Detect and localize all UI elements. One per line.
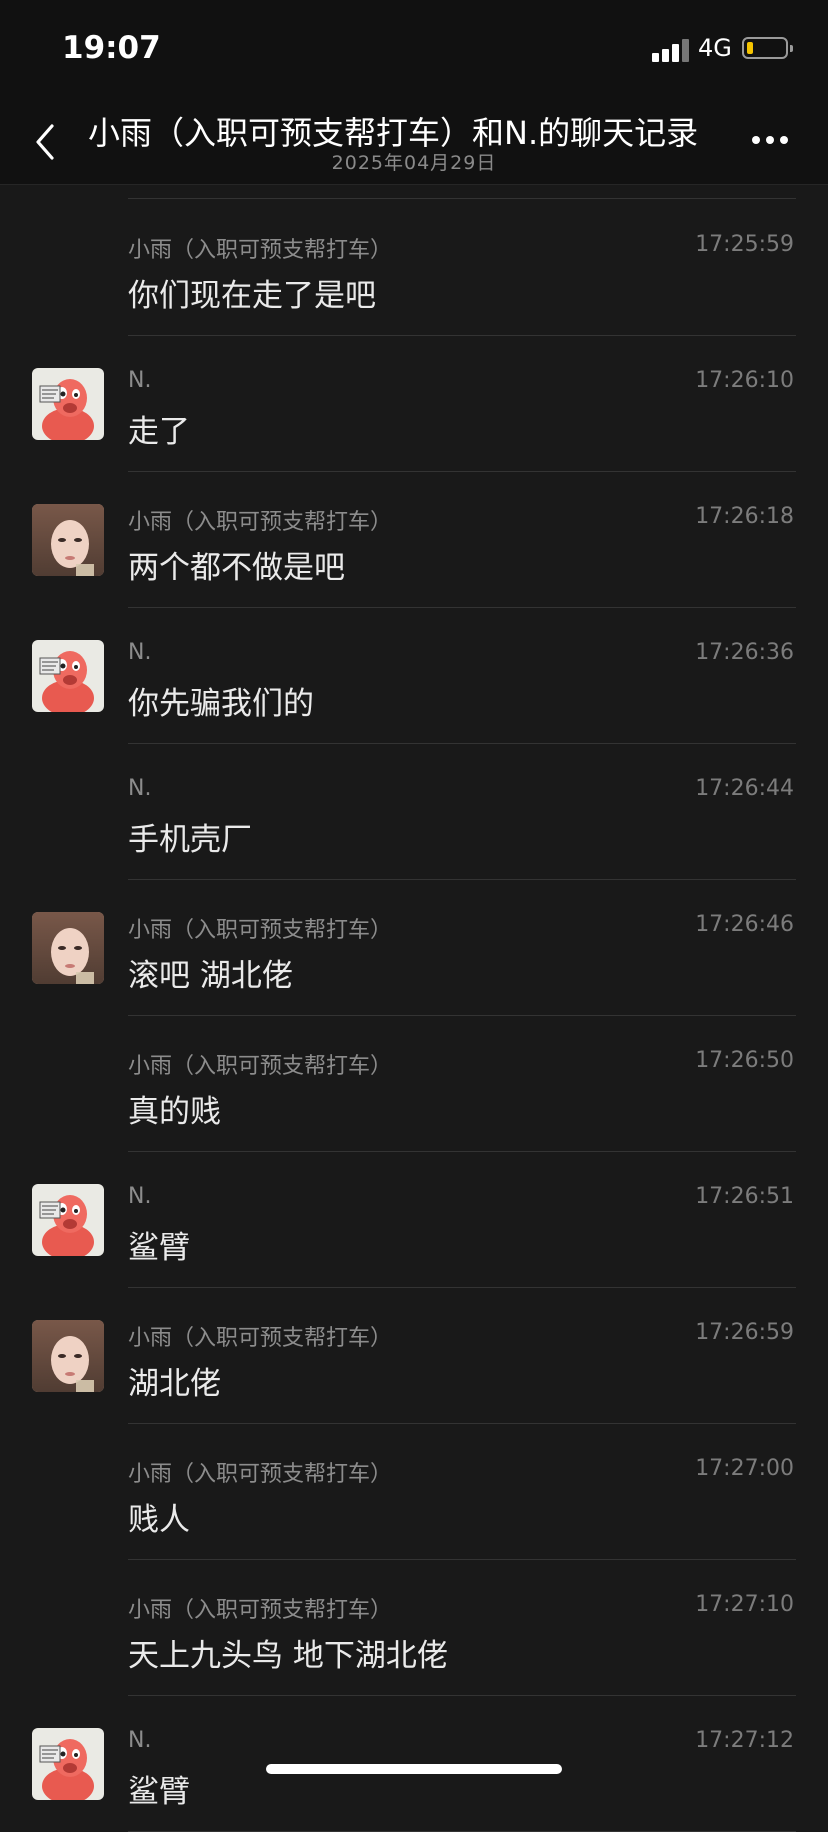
message-timestamp: 17:26:59: [695, 1320, 794, 1345]
chat-date: 2025年04月29日: [331, 152, 497, 174]
message-sender: 小雨（入职可预支帮打车）: [128, 238, 393, 263]
battery-icon: [742, 37, 793, 59]
cartoon-character-icon: [32, 640, 104, 712]
status-time: 19:07: [62, 30, 161, 66]
chat-message[interactable]: 小雨（入职可预支帮打车） 17:26:50 真的贱: [0, 1016, 828, 1152]
message-timestamp: 17:26:46: [695, 912, 794, 937]
message-text: 贱人: [128, 1502, 190, 1538]
message-text: 湖北佬: [128, 1366, 221, 1402]
message-text: 两个都不做是吧: [128, 550, 345, 586]
message-text: 走了: [128, 414, 190, 450]
message-text: 天上九头鸟 地下湖北佬: [128, 1638, 448, 1674]
n-avatar[interactable]: [32, 1184, 104, 1256]
cartoon-character-icon: [32, 1184, 104, 1256]
message-sender: 小雨（入职可预支帮打车）: [128, 1462, 393, 1487]
message-timestamp: 17:26:10: [695, 368, 794, 393]
chat-message[interactable]: N. 17:26:51 鲨臂: [0, 1152, 828, 1288]
message-text: 鲨臂: [128, 1774, 190, 1810]
n-avatar[interactable]: [32, 368, 104, 440]
more-button[interactable]: [750, 136, 790, 146]
chat-message[interactable]: 小雨（入职可预支帮打车） 17:27:00 贱人: [0, 1424, 828, 1560]
message-timestamp: 17:26:18: [695, 504, 794, 529]
message-list[interactable]: 小雨（入职可预支帮打车） 17:25:59 你们现在走了是吧 N. 17:26:10 走了…: [0, 184, 828, 1832]
message-timestamp: 17:25:59: [695, 232, 794, 257]
cartoon-character-icon: [32, 368, 104, 440]
signal-icon: [652, 38, 690, 62]
cartoon-character-icon: [32, 1728, 104, 1800]
message-timestamp: 17:27:00: [695, 1456, 794, 1481]
network-type: 4G: [698, 34, 732, 62]
message-text: 手机壳厂: [128, 822, 252, 858]
divider: [128, 198, 796, 199]
message-timestamp: 17:26:36: [695, 640, 794, 665]
message-sender: 小雨（入职可预支帮打车）: [128, 510, 393, 535]
message-sender: N.: [128, 776, 152, 801]
message-sender: 小雨（入职可预支帮打车）: [128, 918, 393, 943]
message-sender: N.: [128, 1184, 152, 1209]
chat-header: 小雨（入职可预支帮打车）和N.的聊天记录 2025年04月29日: [0, 96, 828, 185]
message-sender: N.: [128, 368, 152, 393]
xiaoyu-avatar[interactable]: [32, 1320, 104, 1392]
chat-message[interactable]: N. 17:26:36 你先骗我们的: [0, 608, 828, 744]
xiaoyu-avatar[interactable]: [32, 912, 104, 984]
message-text: 鲨臂: [128, 1230, 190, 1266]
xiaoyu-avatar[interactable]: [32, 504, 104, 576]
chat-message[interactable]: 小雨（入职可预支帮打车） 17:27:10 天上九头鸟 地下湖北佬: [0, 1560, 828, 1696]
message-text: 你们现在走了是吧: [128, 278, 376, 314]
chat-message[interactable]: 小雨（入职可预支帮打车） 17:26:59 湖北佬: [0, 1288, 828, 1424]
message-timestamp: 17:26:51: [695, 1184, 794, 1209]
chat-message[interactable]: N. 17:26:10 走了: [0, 336, 828, 472]
profile-photo-icon: [32, 1320, 104, 1392]
profile-photo-icon: [32, 504, 104, 576]
n-avatar[interactable]: [32, 1728, 104, 1800]
message-sender: 小雨（入职可预支帮打车）: [128, 1326, 393, 1351]
message-sender: 小雨（入职可预支帮打车）: [128, 1054, 393, 1079]
message-sender: 小雨（入职可预支帮打车）: [128, 1598, 393, 1623]
message-timestamp: 17:26:50: [695, 1048, 794, 1073]
chat-message[interactable]: 小雨（入职可预支帮打车） 17:25:59 你们现在走了是吧: [0, 184, 828, 336]
home-indicator: [266, 1764, 562, 1774]
message-text: 真的贱: [128, 1094, 221, 1130]
chat-message[interactable]: 小雨（入职可预支帮打车） 17:26:18 两个都不做是吧: [0, 472, 828, 608]
status-bar: 19:07 4G: [0, 0, 828, 96]
n-avatar[interactable]: [32, 640, 104, 712]
chat-message[interactable]: 小雨（入职可预支帮打车） 17:26:46 滚吧 湖北佬: [0, 880, 828, 1016]
chat-message[interactable]: N. 17:26:44 手机壳厂: [0, 744, 828, 880]
message-text: 你先骗我们的: [128, 686, 314, 722]
message-text: 滚吧 湖北佬: [128, 958, 293, 994]
message-timestamp: 17:27:12: [695, 1728, 794, 1753]
message-timestamp: 17:27:10: [695, 1592, 794, 1617]
profile-photo-icon: [32, 912, 104, 984]
message-sender: N.: [128, 640, 152, 665]
message-sender: N.: [128, 1728, 152, 1753]
message-timestamp: 17:26:44: [695, 776, 794, 801]
